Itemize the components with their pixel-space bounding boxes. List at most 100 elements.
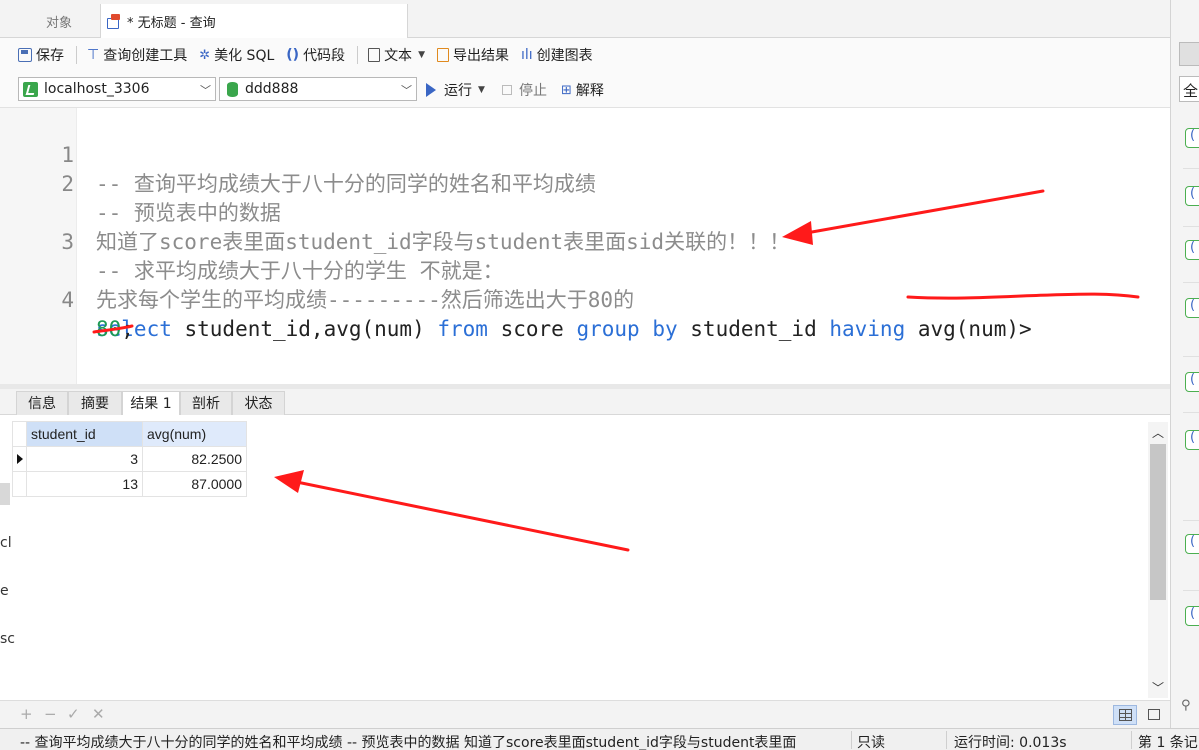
discard-changes-button[interactable]: ✕ — [92, 705, 105, 723]
panel-divider — [1183, 168, 1199, 169]
stop-button[interactable]: 停止 — [502, 80, 547, 100]
snippet-icon[interactable] — [1185, 298, 1199, 318]
export-result-button[interactable]: 导出结果 — [436, 45, 509, 65]
tab-profile[interactable]: 剖析 — [180, 391, 232, 415]
sql-code[interactable]: 1 -- 查询平均成绩大于八十分的同学的姓名和平均成绩 2 -- 预览表中的数据… — [0, 112, 1170, 341]
tab-summary[interactable]: 摘要 — [68, 391, 122, 415]
query-builder-button[interactable]: ⊤ 查询创建工具 — [87, 45, 187, 65]
sql-identifier: student_id,avg(num) — [171, 317, 438, 341]
save-button[interactable]: 保存 — [18, 45, 64, 65]
tab-info[interactable]: 信息 — [16, 391, 68, 415]
run-button[interactable]: 运行 ▼ — [426, 80, 485, 100]
status-divider — [946, 731, 947, 749]
panel-divider — [1183, 226, 1199, 227]
left-edge-text: cl — [0, 535, 12, 551]
sql-editor[interactable]: 1 -- 查询平均成绩大于八十分的同学的姓名和平均成绩 2 -- 预览表中的数据… — [0, 108, 1170, 384]
beautify-sql-button[interactable]: ✲ 美化 SQL — [199, 45, 274, 65]
editor-line: 2 -- 预览表中的数据 — [0, 141, 1170, 225]
editor-line: 先求每个学生的平均成绩---------然后筛选出大于80的 — [0, 228, 1170, 312]
play-icon — [426, 83, 436, 97]
snippet-icon[interactable] — [1185, 430, 1199, 450]
status-readonly: 只读 — [857, 735, 885, 750]
chevron-down-icon: ﹀ — [401, 84, 412, 97]
status-divider — [851, 731, 852, 749]
text-button[interactable]: 文本 ▼ — [368, 45, 425, 65]
pin-button[interactable] — [1179, 42, 1199, 66]
connection-select[interactable]: localhost_3306 ﹀ — [18, 77, 216, 101]
snippet-icon[interactable] — [1185, 606, 1199, 626]
grid-vertical-scrollbar[interactable]: ︿ ﹀ — [1148, 422, 1168, 698]
export-icon — [436, 48, 449, 62]
grid-header-row: student_id avg(num) — [12, 421, 247, 447]
grid-cell[interactable]: 82.2500 — [142, 446, 247, 472]
snippet-icon[interactable] — [1185, 534, 1199, 554]
create-chart-button[interactable]: ılı 创建图表 — [521, 45, 593, 65]
sql-identifier: score — [487, 317, 577, 341]
snippet-icon[interactable] — [1185, 186, 1199, 206]
grid-cell[interactable]: 13 — [26, 471, 143, 497]
status-bar: -- 查询平均成绩大于八十分的同学的姓名和平均成绩 -- 预览表中的数据 知道了… — [0, 728, 1199, 750]
document-tab-bar: 对象 * 无标题 - 查询 — [0, 0, 1170, 38]
tab-untitled-query[interactable]: * 无标题 - 查询 — [100, 4, 408, 38]
result-grid-area: student_id avg(num) 3 82.2500 13 87.0000 — [0, 415, 1148, 700]
sql-identifier: avg(num)> — [905, 317, 1032, 341]
editor-line: 知道了score表里面student_id字段与student表里面sid关联的… — [0, 170, 1170, 254]
caret-down-icon: ▼ — [418, 50, 425, 60]
status-runtime: 运行时间: 0.013s — [954, 735, 1067, 750]
tab-objects[interactable]: 对象 — [18, 4, 100, 38]
grid-cell[interactable]: 87.0000 — [142, 471, 247, 497]
code-snippet-button[interactable]: () 代码段 — [286, 45, 345, 65]
snippet-icon[interactable] — [1185, 128, 1199, 148]
filter-select[interactable]: 全 — [1179, 76, 1199, 102]
panel-divider — [1183, 590, 1199, 591]
editor-line: 3 -- 求平均成绩大于八十分的学生 不就是： — [0, 199, 1170, 283]
result-tab-bar: 信息 摘要 结果 1 剖析 状态 — [0, 389, 1170, 416]
grid-view-button[interactable] — [1113, 705, 1137, 725]
apply-changes-button[interactable]: ✓ — [67, 705, 80, 723]
result-grid[interactable]: student_id avg(num) 3 82.2500 13 87.0000 — [12, 421, 247, 497]
mysql-connection-icon — [23, 81, 38, 97]
scroll-down-icon[interactable]: ﹀ — [1152, 679, 1164, 696]
delete-record-button[interactable]: − — [44, 705, 57, 723]
toolbar-separator — [357, 46, 359, 64]
query-icon — [107, 14, 121, 29]
form-view-button[interactable] — [1142, 705, 1166, 725]
bar-chart-icon: ılı — [520, 47, 533, 63]
stop-icon — [502, 85, 512, 95]
row-selector[interactable] — [12, 471, 27, 497]
parentheses-icon: () — [286, 47, 300, 63]
toolbar-separator — [76, 46, 77, 64]
database-select[interactable]: ddd888 ﹀ — [219, 77, 417, 101]
status-divider — [1131, 731, 1132, 749]
column-header-student-id[interactable]: student_id — [26, 421, 143, 447]
tab-result-1[interactable]: 结果 1 — [122, 391, 180, 416]
snippet-icon[interactable] — [1185, 372, 1199, 392]
grid-corner — [12, 421, 27, 447]
search-icon[interactable]: ⚲ — [1181, 698, 1191, 713]
sql-statement-wrap: 80; — [96, 315, 134, 344]
current-row-arrow-icon — [17, 454, 23, 464]
tab-status[interactable]: 状态 — [232, 391, 285, 415]
explain-button[interactable]: ⊞ 解释 — [561, 80, 604, 100]
sql-keyword: having — [829, 317, 906, 341]
grid-cell[interactable]: 3 — [26, 446, 143, 472]
scroll-up-icon[interactable]: ︿ — [1152, 424, 1164, 441]
add-record-button[interactable]: + — [20, 705, 33, 723]
table-row[interactable]: 13 87.0000 — [12, 471, 247, 497]
panel-divider — [1183, 356, 1199, 357]
query-builder-icon: ⊤ — [87, 47, 100, 63]
status-sql-preview: -- 查询平均成绩大于八十分的同学的姓名和平均成绩 -- 预览表中的数据 知道了… — [20, 735, 797, 750]
sql-keyword: by — [652, 317, 678, 341]
left-panel-edge — [0, 483, 10, 505]
form-view-icon — [1148, 709, 1160, 720]
database-icon — [227, 81, 238, 97]
panel-divider — [1183, 412, 1199, 413]
table-row[interactable]: 3 82.2500 — [12, 446, 247, 472]
grid-toolbar: + − ✓ ✕ — [0, 700, 1170, 728]
snippet-icon[interactable] — [1185, 240, 1199, 260]
column-header-avg-num[interactable]: avg(num) — [142, 421, 247, 447]
document-icon — [368, 48, 381, 62]
scrollbar-thumb[interactable] — [1150, 444, 1166, 600]
row-selector[interactable] — [12, 446, 27, 472]
sql-keyword: from — [437, 317, 488, 341]
